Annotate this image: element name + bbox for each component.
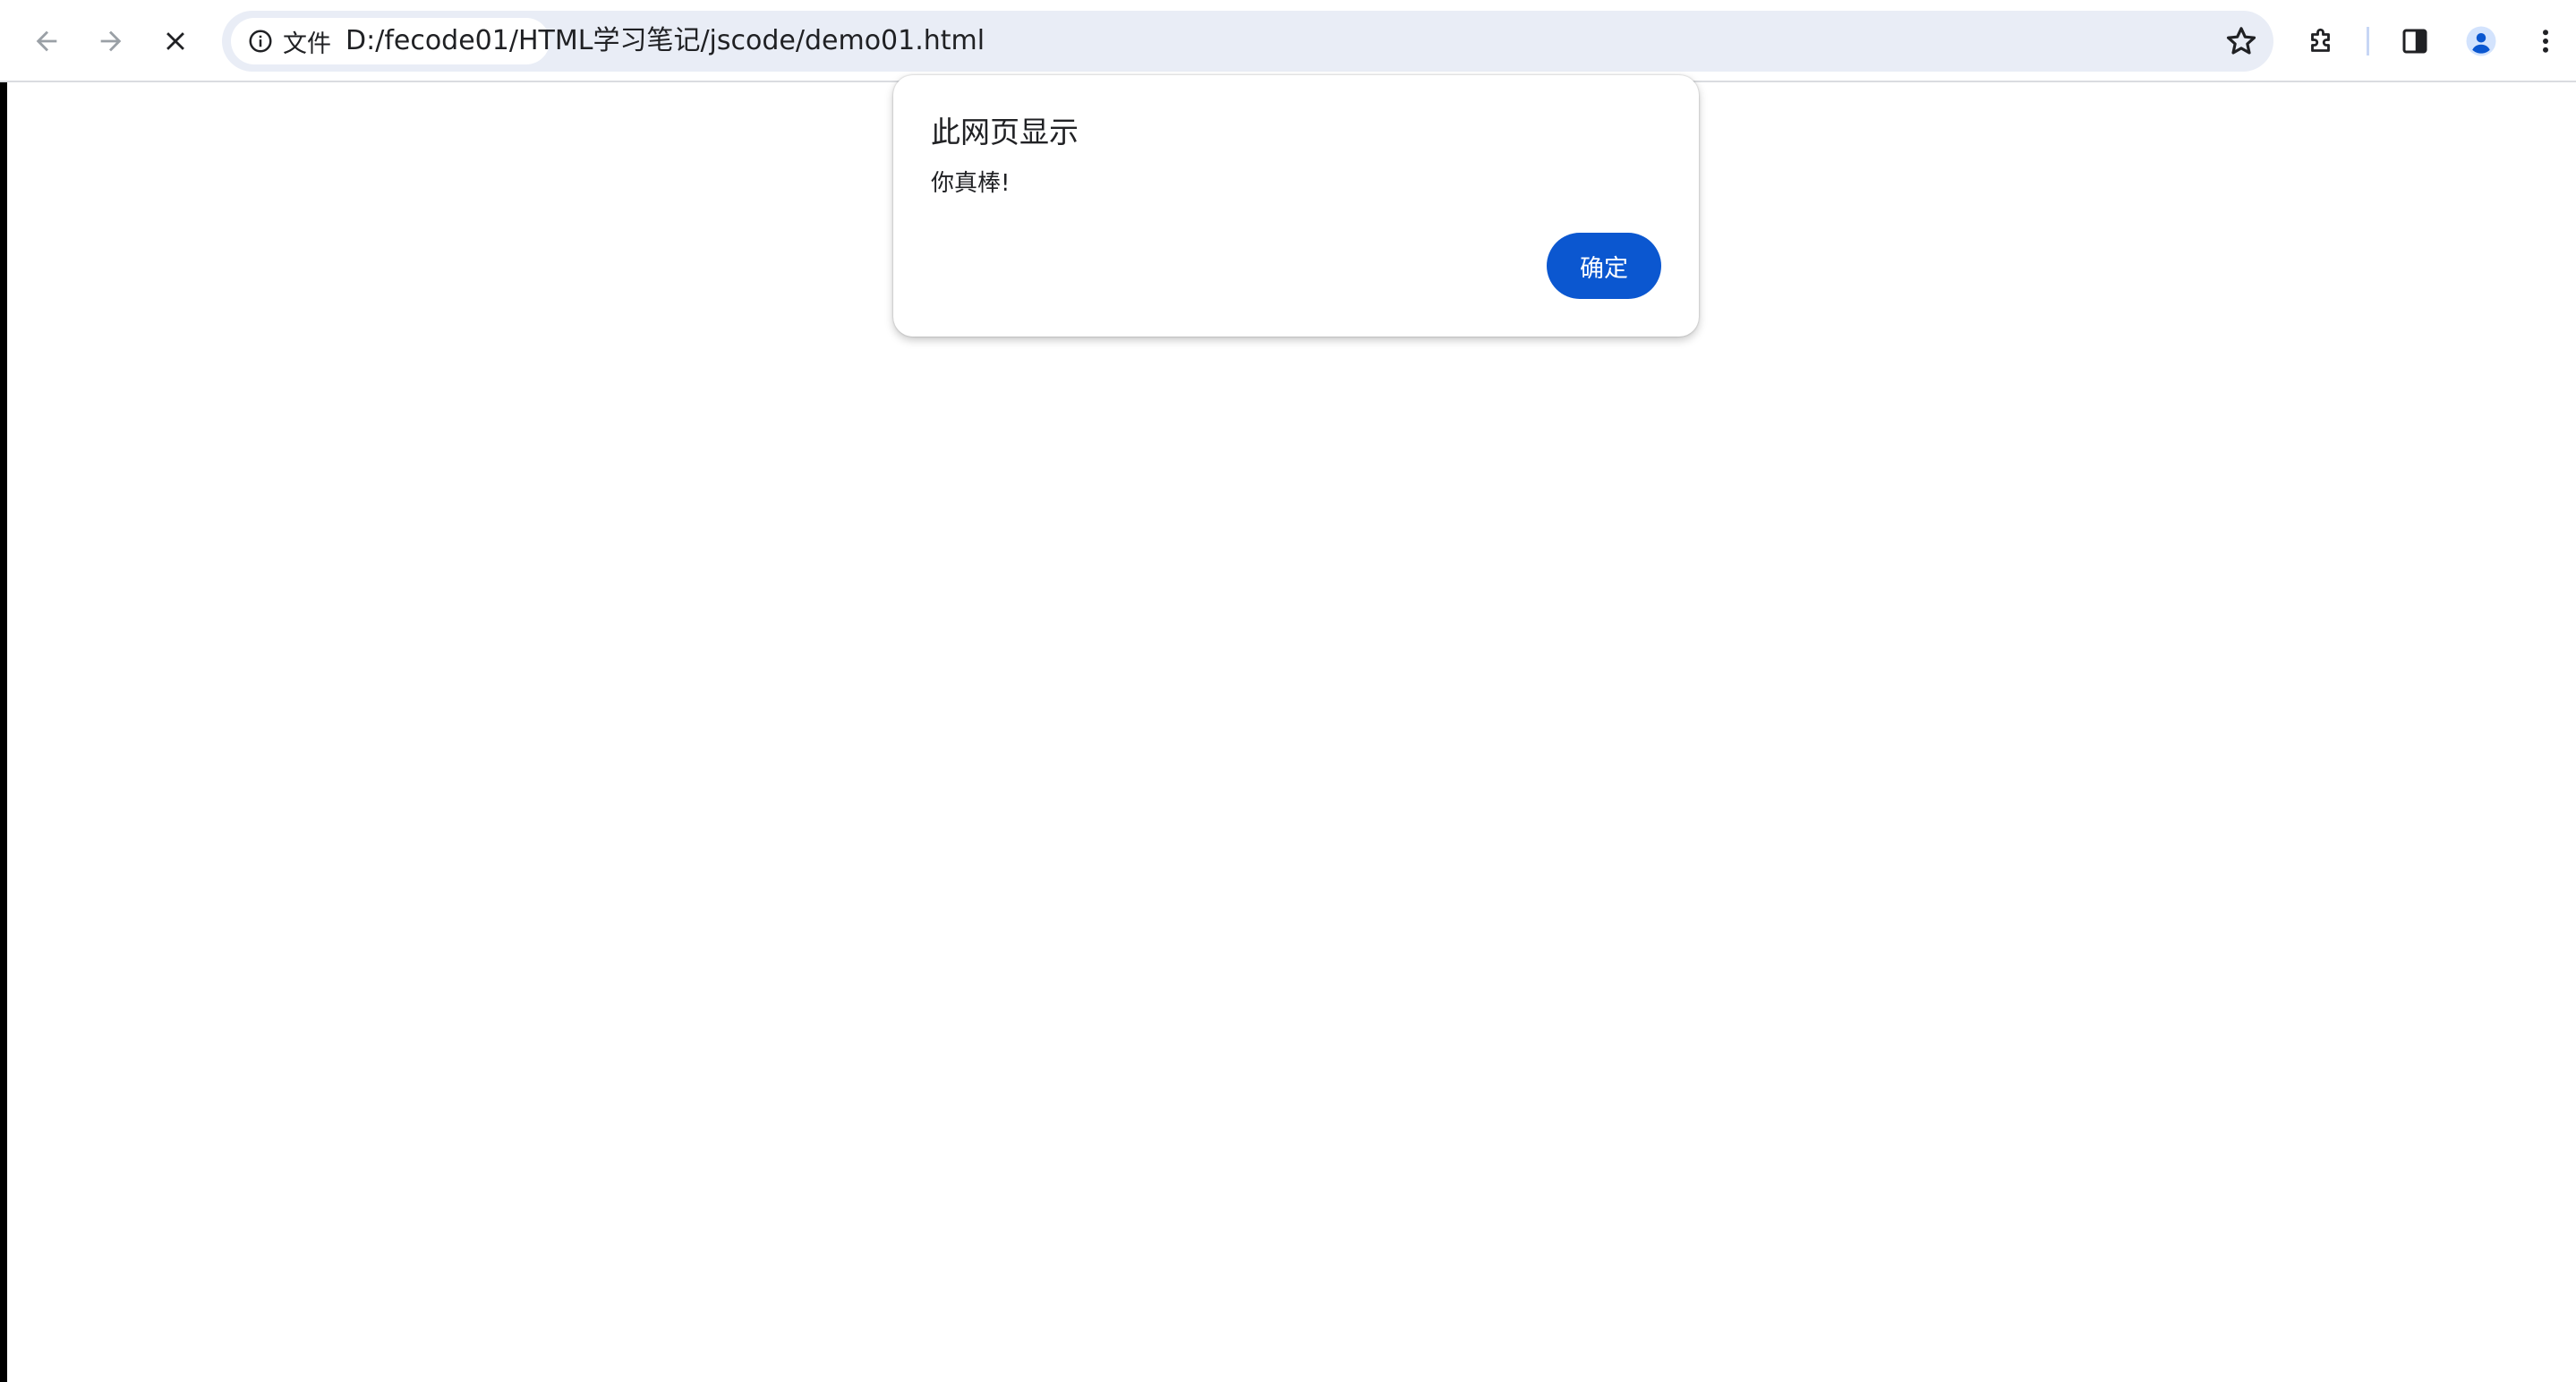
site-chip-label: 文件 — [283, 30, 331, 58]
extensions-button[interactable] — [2300, 20, 2343, 63]
arrow-right-icon — [100, 30, 122, 52]
alert-dialog: 此网页显示 你真棒! 确定 — [893, 75, 1699, 337]
profile-button[interactable] — [2460, 20, 2503, 63]
arrow-left-icon — [36, 30, 57, 52]
dialog-title: 此网页显示 — [931, 115, 1079, 149]
info-icon — [249, 30, 272, 53]
star-icon[interactable] — [2223, 23, 2259, 59]
stop-loading-button[interactable] — [150, 16, 200, 66]
close-icon — [166, 32, 184, 50]
url-text[interactable]: D:/fecode01/HTML学习笔记/jscode/demo01.html — [345, 11, 985, 72]
browser-window: 文件 D:/fecode01/HTML学习笔记/jscode/demo01.ht… — [0, 0, 2576, 1382]
back-button[interactable] — [21, 16, 72, 66]
ok-button[interactable]: 确定 — [1547, 233, 1661, 299]
extensions-icon — [2311, 28, 2330, 52]
toolbar-separator — [2367, 27, 2369, 55]
side-panel-icon — [2402, 29, 2427, 54]
more-menu-icon — [2543, 30, 2548, 53]
address-bar[interactable]: 文件 D:/fecode01/HTML学习笔记/jscode/demo01.ht… — [222, 11, 2273, 72]
dialog-message: 你真棒! — [931, 170, 1011, 197]
browser-toolbar: 文件 D:/fecode01/HTML学习笔记/jscode/demo01.ht… — [0, 0, 2576, 82]
window-edge — [0, 0, 7, 1382]
more-menu-button[interactable] — [2524, 20, 2567, 63]
profile-avatar-icon — [2466, 26, 2496, 56]
side-panel-button[interactable] — [2393, 20, 2436, 63]
forward-button[interactable] — [86, 16, 136, 66]
